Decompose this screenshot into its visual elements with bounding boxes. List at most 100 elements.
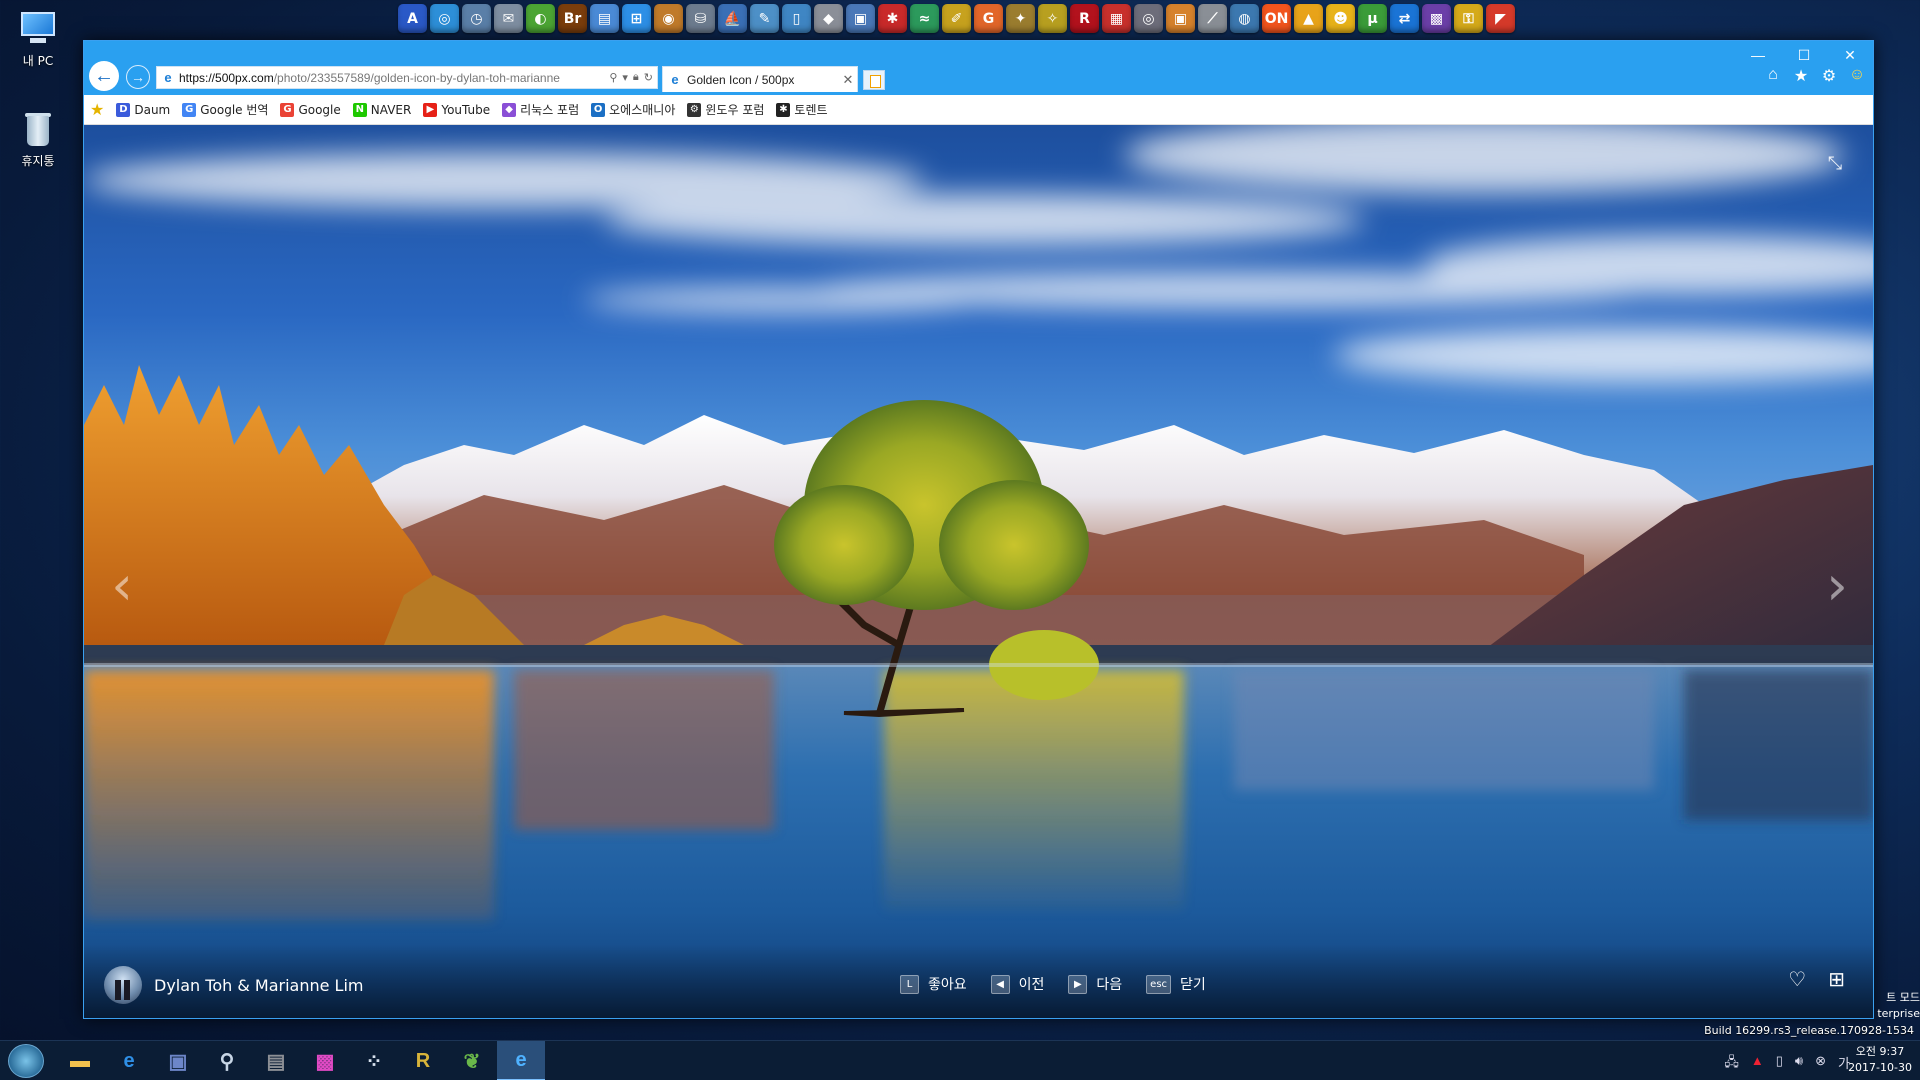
clock[interactable]: 오전 9:37 2017-10-30 xyxy=(1848,1044,1912,1076)
camera-app-icon[interactable]: ◉ xyxy=(654,4,683,33)
forward-button[interactable]: → xyxy=(126,65,150,89)
next-photo-arrow[interactable]: › xyxy=(1817,554,1857,617)
ie-active-icon[interactable]: e xyxy=(497,1041,545,1080)
author-link[interactable]: Dylan Toh & Marianne Lim xyxy=(104,966,364,1004)
pc-app-icon[interactable]: ▣ xyxy=(846,4,875,33)
wave-app-icon[interactable]: ≈ xyxy=(910,4,939,33)
favorite-windows-forum[interactable]: ⚙ 윈도우 포럼 xyxy=(687,101,764,118)
close-window-button[interactable]: ✕ xyxy=(1827,41,1873,69)
favorite-linux-forum[interactable]: ◆ 리눅스 포럼 xyxy=(502,101,579,118)
smiley-feedback-icon[interactable]: ☺ xyxy=(1847,66,1867,86)
start-button[interactable] xyxy=(8,1044,44,1078)
desktop-icon-this-pc[interactable]: 내 PC xyxy=(10,8,66,69)
docs-app-icon[interactable]: ▤ xyxy=(590,4,619,33)
new-tab-button[interactable] xyxy=(863,70,885,90)
desktop-icon-label: 내 PC xyxy=(22,54,54,68)
cube-app-icon[interactable]: ▦ xyxy=(1102,4,1131,33)
bridge-app-icon[interactable]: Br xyxy=(558,4,587,33)
globe-app-icon[interactable]: ◍ xyxy=(1230,4,1259,33)
favorite-osmania[interactable]: O 오에스매니아 xyxy=(591,101,675,118)
ship-app-icon[interactable]: ⛵ xyxy=(718,4,747,33)
add-to-gallery-icon[interactable]: ⊞ xyxy=(1828,967,1845,992)
clock-app-icon[interactable]: ◷ xyxy=(462,4,491,33)
previous-photo-arrow[interactable]: ‹ xyxy=(102,554,142,617)
tool-app-icon[interactable]: ✎ xyxy=(750,4,779,33)
network-icon[interactable]: 🖧︎ xyxy=(1724,1053,1739,1075)
close-shortcut[interactable]: esc 닫기 xyxy=(1146,974,1206,994)
like-shortcut[interactable]: L 좋아요 xyxy=(900,974,967,994)
stars-app-icon[interactable]: ✧ xyxy=(1038,4,1067,33)
minimize-button[interactable]: — xyxy=(1735,41,1781,69)
usb-icon[interactable]: ▯ xyxy=(1776,1053,1783,1075)
save-disk-icon[interactable]: ▣ xyxy=(154,1041,202,1080)
magnifier-icon[interactable]: ⚲ xyxy=(203,1041,251,1080)
exit-fullscreen-button[interactable]: ⤡ xyxy=(1823,151,1847,175)
close-tab-icon[interactable]: ✕ xyxy=(839,72,857,88)
chip-app-icon[interactable]: ▩ xyxy=(1422,4,1451,33)
refresh-icon[interactable]: ↻ xyxy=(644,71,653,84)
film-icon[interactable]: ▤ xyxy=(252,1041,300,1080)
flag-app-icon[interactable]: ◤ xyxy=(1486,4,1515,33)
shortcut-label: 다음 xyxy=(1096,977,1123,993)
next-shortcut[interactable]: ▶ 다음 xyxy=(1068,974,1122,994)
address-bar[interactable]: e https://500px.com /photo/233557589/gol… xyxy=(156,66,658,89)
favorite-naver[interactable]: N NAVER xyxy=(352,102,411,117)
tab-golden-icon[interactable]: e Golden Icon / 500px ✕ xyxy=(662,66,858,92)
pen-app-icon[interactable]: ✐ xyxy=(942,4,971,33)
windows-app-icon[interactable]: ⊞ xyxy=(622,4,651,33)
stop-icon[interactable]: ⊗ xyxy=(1815,1053,1826,1075)
favorite-daum[interactable]: D Daum xyxy=(116,102,170,117)
face-app-icon[interactable]: ☻ xyxy=(1326,4,1355,33)
alert-icon[interactable]: ▲ xyxy=(1751,1053,1764,1075)
internet-explorer-icon[interactable]: e xyxy=(105,1041,153,1080)
bug-app-icon[interactable]: ✱ xyxy=(878,4,907,33)
disk-app-icon[interactable]: ⛁ xyxy=(686,4,715,33)
favorite-youtube[interactable]: ▶ YouTube xyxy=(423,102,490,117)
favorite-label: Google 번역 xyxy=(200,103,269,117)
color-picker-icon[interactable]: ▩ xyxy=(301,1041,349,1080)
dropdown-icon[interactable]: ▾ xyxy=(622,71,628,84)
eraser-app-icon[interactable]: ◆ xyxy=(814,4,843,33)
favorite-google-translate[interactable]: G Google 번역 xyxy=(182,101,268,118)
wand-app-icon[interactable]: ✦ xyxy=(1006,4,1035,33)
r-app-icon[interactable]: R xyxy=(1070,4,1099,33)
avatar[interactable] xyxy=(104,966,142,1004)
favorite-google[interactable]: G Google xyxy=(280,102,341,117)
author-name[interactable]: Dylan Toh & Marianne Lim xyxy=(154,976,364,995)
refresh-app-icon[interactable]: ◎ xyxy=(430,4,459,33)
key-app-icon[interactable]: ⚿ xyxy=(1454,4,1483,33)
a-app-icon[interactable]: A xyxy=(398,4,427,33)
desktop-icon-recycle-bin[interactable]: 휴지통 xyxy=(10,108,66,169)
lock-icon[interactable]: 🔒︎ xyxy=(633,71,639,84)
mail-app-icon[interactable]: ✉ xyxy=(494,4,523,33)
triangle-app-icon[interactable]: ▲ xyxy=(1294,4,1323,33)
teamviewer-app-icon[interactable]: ⇄ xyxy=(1390,4,1419,33)
settings-gear-icon[interactable]: ⚙ xyxy=(1819,66,1839,86)
key-cap: ◀ xyxy=(990,974,1010,994)
heart-icon[interactable]: ♡ xyxy=(1788,967,1806,992)
search-icon[interactable]: ⚲ xyxy=(609,71,617,84)
archive-icon[interactable]: R xyxy=(399,1041,447,1080)
green-app-icon[interactable]: ◐ xyxy=(526,4,555,33)
disc-app-icon[interactable]: ◎ xyxy=(1134,4,1163,33)
on-app-icon[interactable]: ON xyxy=(1262,4,1291,33)
g-app-icon[interactable]: G xyxy=(974,4,1003,33)
favorites-star-icon[interactable]: ★ xyxy=(1791,66,1811,86)
favorite-torrent[interactable]: ✱ 토렌트 xyxy=(776,101,828,118)
volume-icon[interactable]: 🔊︎ xyxy=(1795,1053,1803,1075)
leaf-icon[interactable]: ❦ xyxy=(448,1041,496,1080)
home-icon[interactable]: ⌂ xyxy=(1763,66,1783,86)
box-app-icon[interactable]: ▣ xyxy=(1166,4,1195,33)
maximize-button[interactable]: ☐ xyxy=(1781,41,1827,69)
file-explorer-icon[interactable]: ▬ xyxy=(56,1041,104,1080)
daum-icon: D xyxy=(116,102,131,117)
knife-app-icon[interactable]: ⟋ xyxy=(1198,4,1227,33)
shrink-icon: ⤡ xyxy=(1827,152,1843,173)
back-button[interactable]: ← xyxy=(89,61,119,91)
google-icon: G xyxy=(280,102,295,117)
torrent-app-icon[interactable]: µ xyxy=(1358,4,1387,33)
previous-shortcut[interactable]: ◀ 이전 xyxy=(990,974,1044,994)
add-favorite-star-icon[interactable]: ★ xyxy=(90,100,104,119)
grid-icon[interactable]: ⁘ xyxy=(350,1041,398,1080)
phone-app-icon[interactable]: ▯ xyxy=(782,4,811,33)
